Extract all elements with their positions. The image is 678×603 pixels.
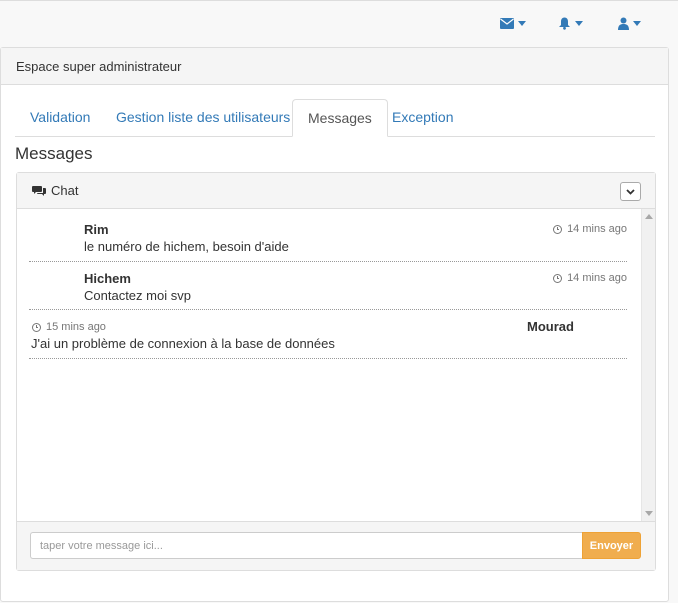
message-time: 14 mins ago (553, 272, 627, 284)
chat-message: Hichem Contactez moi svp 14 mins ago (29, 262, 627, 310)
chat-footer: Envoyer (17, 521, 655, 570)
messages-dropdown[interactable] (500, 15, 526, 31)
tab-exception[interactable]: Exception (377, 99, 468, 136)
envelope-icon (500, 17, 514, 29)
clock-icon (553, 224, 563, 234)
chat-messages[interactable]: Rim le numéro de hichem, besoin d'aide 1… (17, 209, 641, 521)
chat-scrollbar[interactable] (641, 209, 655, 521)
scroll-up-icon[interactable] (645, 214, 653, 219)
user-icon (618, 17, 629, 30)
message-text: J'ai un problème de connexion à la base … (31, 336, 335, 351)
chat-heading: Chat (17, 173, 655, 209)
chevron-down-icon (626, 188, 635, 195)
comments-icon (32, 186, 46, 196)
message-text: Contactez moi svp (84, 288, 191, 303)
tab-validation[interactable]: Validation (15, 99, 105, 136)
chevron-down-icon (633, 20, 641, 26)
send-button[interactable]: Envoyer (582, 532, 641, 559)
section-title: Messages (15, 144, 93, 163)
tab-gestion-utilisateurs[interactable]: Gestion liste des utilisateurs (101, 99, 305, 136)
notifications-dropdown[interactable] (558, 15, 583, 31)
message-text: le numéro de hichem, besoin d'aide (84, 239, 289, 254)
message-time: 14 mins ago (553, 223, 627, 235)
tab-bar: Validation Gestion liste des utilisateur… (15, 99, 655, 137)
message-author: Mourad (527, 319, 574, 334)
tab-messages[interactable]: Messages (292, 99, 388, 137)
user-dropdown[interactable] (618, 15, 641, 31)
scroll-down-icon[interactable] (645, 511, 653, 516)
panel-title: Espace super administrateur (1, 48, 668, 85)
chat-message: Rim le numéro de hichem, besoin d'aide 1… (29, 209, 627, 262)
top-navbar (0, 0, 678, 46)
message-time: 15 mins ago (32, 321, 106, 333)
bell-icon (559, 17, 570, 30)
collapse-button[interactable] (620, 182, 641, 201)
chat-title: Chat (51, 183, 79, 198)
message-input[interactable] (30, 532, 582, 559)
message-author: Rim (84, 222, 109, 237)
admin-panel: Espace super administrateur Validation G… (0, 47, 669, 602)
chevron-down-icon (575, 20, 583, 26)
clock-icon (553, 273, 563, 283)
chevron-down-icon (518, 20, 526, 26)
chat-message: 15 mins ago Mourad J'ai un problème de c… (29, 310, 627, 359)
chat-panel: Chat Rim le numéro de hichem, besoin d'a… (16, 172, 656, 571)
message-author: Hichem (84, 271, 131, 286)
clock-icon (32, 322, 41, 332)
